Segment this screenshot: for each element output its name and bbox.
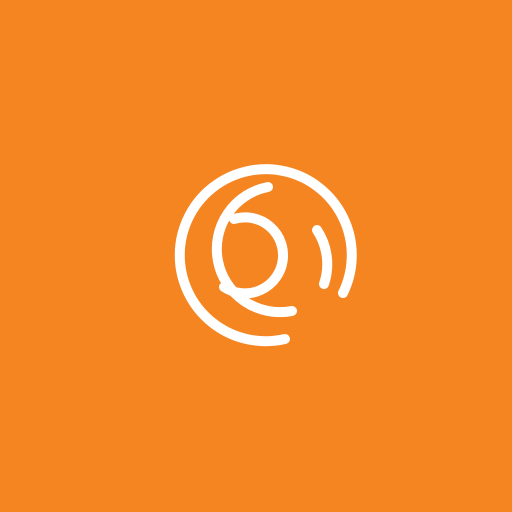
concentric-rings-logo-icon [174,164,357,347]
inner-ring-arc [219,212,289,299]
middle-ring-segment [312,225,333,289]
logo-canvas [0,0,512,512]
